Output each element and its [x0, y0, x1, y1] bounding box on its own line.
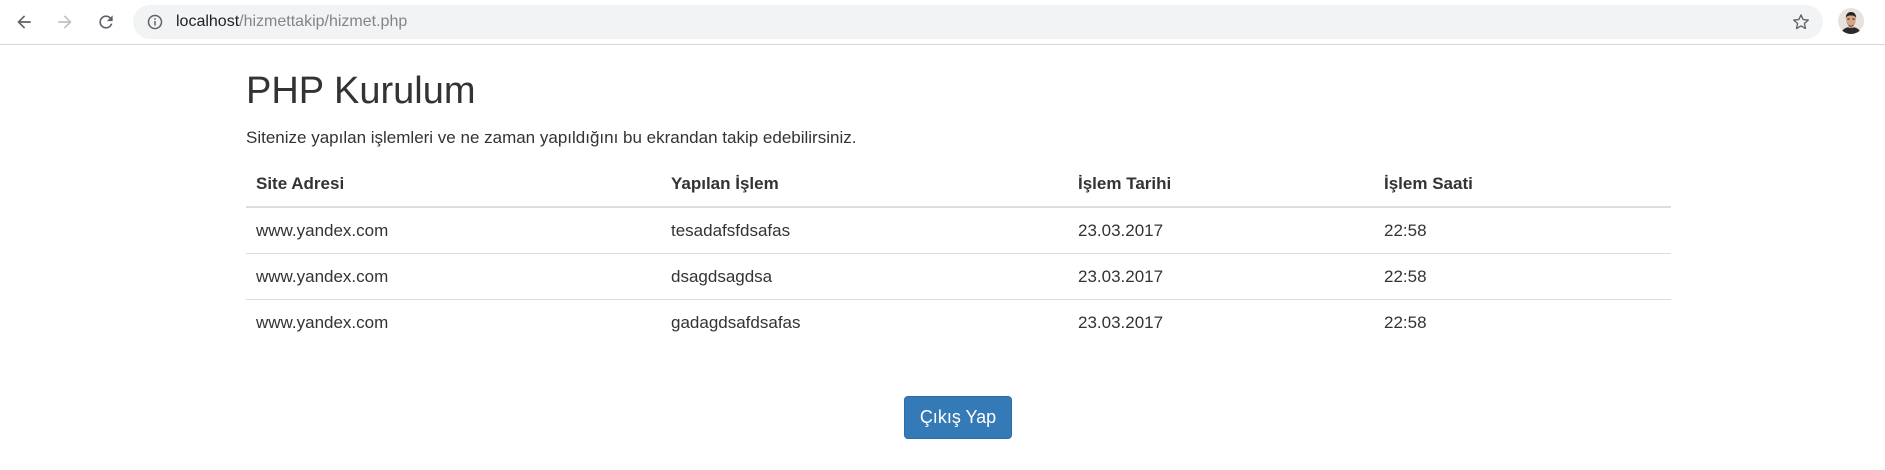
table-row: www.yandex.com tesadafsfdsafas 23.03.201… [246, 207, 1671, 254]
url-path: /hizmettakip/hizmet.php [239, 13, 408, 30]
cell-site-address: www.yandex.com [256, 312, 389, 332]
cell-date: 23.03.2017 [1068, 207, 1374, 254]
cell-time: 22:58 [1374, 253, 1671, 300]
info-icon[interactable] [147, 14, 163, 30]
header-site-address: Site Adresi [246, 162, 661, 208]
cell-site-address: www.yandex.com [246, 253, 661, 300]
page-description: Sitenize yapılan işlemleri ve ne zaman y… [246, 128, 857, 147]
address-bar[interactable]: localhost/hizmettakip/hizmet.php [133, 5, 1823, 39]
reload-icon [99, 15, 113, 29]
header-date: İşlem Tarihi [1068, 162, 1374, 208]
table-row: www.yandex.com dsagdsagdsa 23.03.2017 22… [246, 253, 1671, 300]
cell-date: 23.03.2017 [1078, 312, 1164, 332]
reload-button[interactable] [94, 10, 118, 34]
cell-time: 22:58 [1384, 312, 1427, 332]
forward-button[interactable] [53, 10, 77, 34]
profile-avatar[interactable] [1838, 8, 1864, 34]
cell-action: dsagdsagdsa [661, 253, 1068, 300]
table-header-row: Site Adresi Yapılan İşlem İşlem Tarihi İ… [246, 162, 1671, 208]
cell-date: 23.03.2017 [1068, 253, 1374, 300]
browser-toolbar: localhost/hizmettakip/hizmet.php [0, 0, 1885, 45]
page-title: PHP Kurulum [246, 70, 476, 112]
avatar-image [1838, 8, 1864, 34]
cell-action: gadagdsafdsafas [671, 312, 801, 332]
cell-site-address: www.yandex.com [246, 207, 661, 254]
cell-time: 22:58 [1374, 207, 1671, 254]
logout-button[interactable]: Çıkış Yap [904, 396, 1012, 439]
star-icon[interactable] [1791, 12, 1811, 32]
table-row: www.yandex.com gadagdsafdsafas 23.03.201… [246, 300, 1671, 346]
activity-table: Site Adresi Yapılan İşlem İşlem Tarihi İ… [246, 162, 1671, 345]
header-time: İşlem Saati [1374, 162, 1671, 208]
header-action: Yapılan İşlem [661, 162, 1068, 208]
back-arrow-icon [17, 15, 31, 29]
back-button[interactable] [12, 10, 36, 34]
cell-action: tesadafsfdsafas [661, 207, 1068, 254]
url-text[interactable]: localhost/hizmettakip/hizmet.php [176, 13, 407, 31]
forward-arrow-icon [58, 15, 72, 29]
url-host: localhost [176, 13, 240, 30]
